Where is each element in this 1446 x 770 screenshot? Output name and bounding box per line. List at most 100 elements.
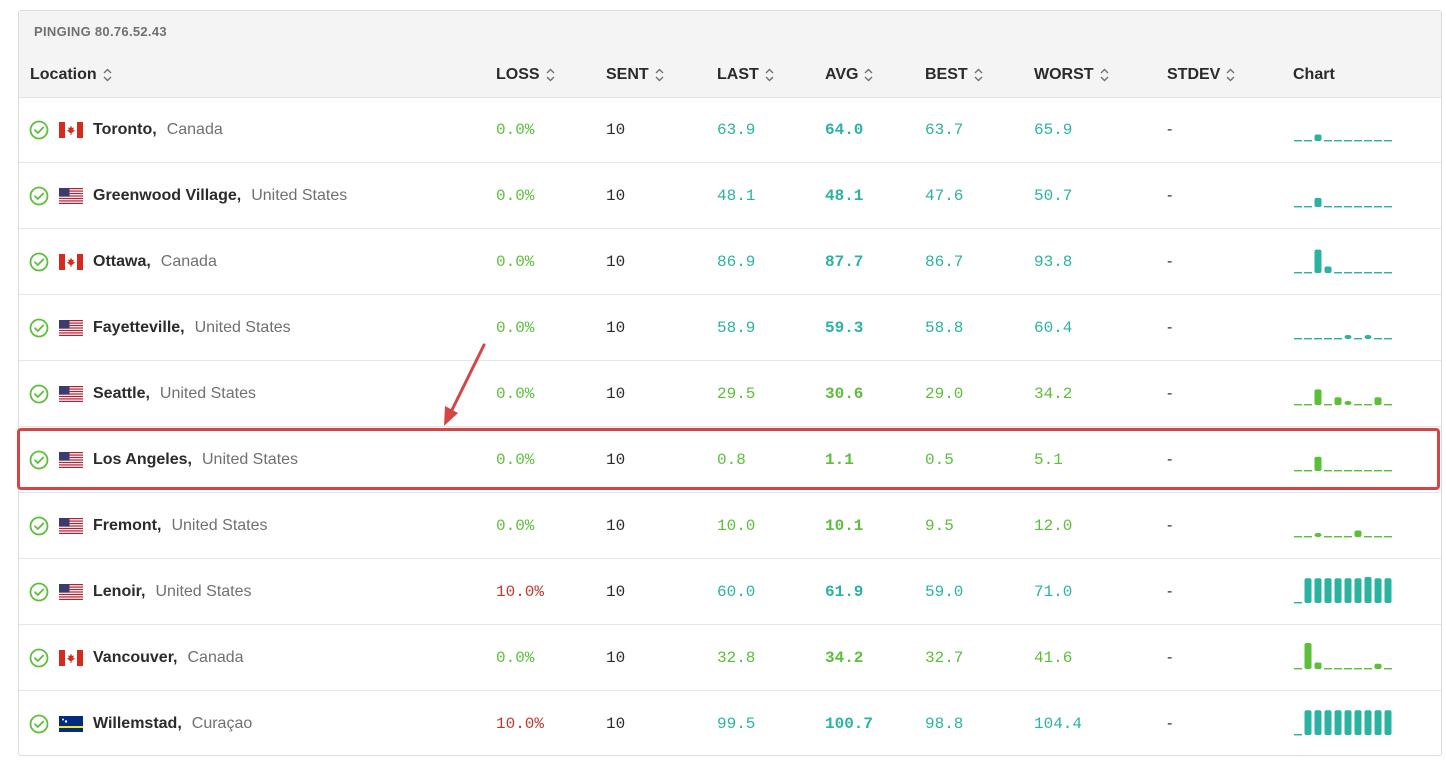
us-flag-icon <box>59 518 83 534</box>
table-row[interactable]: Lenoir, United States 10.0% 10 60.0 61.9 59.0 7… <box>19 559 1441 625</box>
us-flag-icon <box>59 320 83 336</box>
chart-baseline-segment <box>1374 338 1382 340</box>
chart-bar <box>1314 249 1322 273</box>
table-row[interactable]: Fayetteville, United States 0.0% 10 58.9 59.3… <box>19 295 1441 361</box>
chart-bar <box>1374 578 1382 603</box>
table-row[interactable]: Los Angeles, United States 0.0% 10 0.8 1.1 0.5… <box>19 427 1441 493</box>
chart-baseline-segment <box>1334 470 1342 472</box>
location-cell: Los Angeles, United States <box>93 427 298 492</box>
chart-baseline-segment <box>1364 404 1372 406</box>
chart-bar <box>1354 710 1362 735</box>
column-header-best[interactable]: BEST <box>925 66 983 84</box>
loss-value: 0.0% <box>496 450 535 469</box>
ping-chart <box>1294 249 1392 274</box>
table-row[interactable]: Seattle, United States 0.0% 10 29.5 30.6 29.0 3… <box>19 361 1441 427</box>
avg-value: 1.1 <box>825 450 854 469</box>
chart-bar <box>1314 456 1322 471</box>
chart-baseline-segment <box>1324 404 1332 406</box>
chart-bar <box>1364 335 1372 339</box>
avg-value: 10.1 <box>825 516 864 535</box>
loss-value: 0.0% <box>496 318 535 337</box>
column-label: WORST <box>1034 66 1094 83</box>
sent-value: 10 <box>606 186 626 205</box>
table-row[interactable]: Vancouver, Canada 0.0% 10 32.8 34.2 32.7 41.6 - <box>19 625 1441 691</box>
best-value: 63.7 <box>925 120 964 139</box>
chart-baseline-segment <box>1374 536 1382 538</box>
ping-results-panel: PINGING 80.76.52.43 Location LOSS SENT L… <box>18 10 1442 756</box>
chart-baseline-segment <box>1384 140 1392 142</box>
table-row[interactable]: Greenwood Village, United States 0.0% 10 48.… <box>19 163 1441 229</box>
chart-baseline-segment <box>1294 602 1302 604</box>
chart-bar <box>1384 578 1392 603</box>
column-header-worst[interactable]: WORST <box>1034 66 1109 84</box>
us-flag-icon <box>59 452 83 468</box>
avg-value: 59.3 <box>825 318 864 337</box>
chart-baseline-segment <box>1294 668 1302 670</box>
column-label: Chart <box>1293 66 1335 83</box>
chart-bar <box>1334 710 1342 735</box>
best-value: 32.7 <box>925 648 964 667</box>
last-value: 60.0 <box>717 582 756 601</box>
chart-baseline-segment <box>1364 272 1372 274</box>
us-flag-icon <box>59 188 83 204</box>
column-header-loss[interactable]: LOSS <box>496 66 555 84</box>
column-header-sent[interactable]: SENT <box>606 66 664 84</box>
location-cell: Greenwood Village, United States <box>93 163 347 228</box>
check-circle-icon <box>29 384 49 404</box>
column-header-stdev[interactable]: STDEV <box>1167 66 1235 84</box>
chart-baseline-segment <box>1374 140 1382 142</box>
chart-bar <box>1344 710 1352 735</box>
last-value: 48.1 <box>717 186 756 205</box>
chart-baseline-segment <box>1324 338 1332 340</box>
chart-baseline-segment <box>1334 668 1342 670</box>
chart-baseline-segment <box>1294 536 1302 538</box>
column-header-avg[interactable]: AVG <box>825 66 873 84</box>
chart-baseline-segment <box>1344 668 1352 670</box>
column-label: STDEV <box>1167 66 1221 83</box>
avg-value: 61.9 <box>825 582 864 601</box>
chart-bar <box>1374 397 1382 405</box>
chart-baseline-segment <box>1384 536 1392 538</box>
sort-icon <box>864 68 873 82</box>
column-header-last[interactable]: LAST <box>717 66 774 84</box>
last-value: 86.9 <box>717 252 756 271</box>
table-row[interactable]: Willemstad, Curaçao 10.0% 10 99.5 100.7 98.8 10… <box>19 691 1441 755</box>
worst-value: 104.4 <box>1034 714 1083 733</box>
ping-chart <box>1294 577 1392 604</box>
chart-bar <box>1314 134 1322 141</box>
chart-baseline-segment <box>1354 206 1362 208</box>
location-cell: Seattle, United States <box>93 361 256 426</box>
chart-baseline-segment <box>1304 536 1312 538</box>
check-circle-icon <box>29 516 49 536</box>
table-row[interactable]: Fremont, United States 0.0% 10 10.0 10.1 9.5 12… <box>19 493 1441 559</box>
chart-bar <box>1304 578 1312 603</box>
sort-icon <box>1100 68 1109 82</box>
chart-bar <box>1344 578 1352 603</box>
chart-baseline-segment <box>1354 140 1362 142</box>
ping-chart <box>1294 197 1392 208</box>
city-name: Willemstad, <box>93 714 182 732</box>
loss-value: 0.0% <box>496 516 535 535</box>
last-value: 10.0 <box>717 516 756 535</box>
best-value: 86.7 <box>925 252 964 271</box>
stdev-value: - <box>1167 120 1173 138</box>
chart-baseline-segment <box>1304 404 1312 406</box>
city-name: Lenoir, <box>93 582 146 600</box>
country-name: United States <box>194 318 291 336</box>
chart-baseline-segment <box>1364 668 1372 670</box>
country-name: Canada <box>187 648 244 666</box>
table-row[interactable]: Toronto, Canada 0.0% 10 63.9 64.0 63.7 65.9 - <box>19 97 1441 163</box>
city-name: Toronto, <box>93 120 157 138</box>
chart-bar <box>1384 710 1392 735</box>
location-cell: Fremont, United States <box>93 493 268 558</box>
check-circle-icon <box>29 714 49 734</box>
chart-baseline-segment <box>1354 272 1362 274</box>
table-row[interactable]: Ottawa, Canada 0.0% 10 86.9 87.7 86.7 93.8 - <box>19 229 1441 295</box>
column-header-location[interactable]: Location <box>30 66 112 84</box>
worst-value: 12.0 <box>1034 516 1073 535</box>
last-value: 99.5 <box>717 714 756 733</box>
column-label: AVG <box>825 66 859 83</box>
chart-baseline-segment <box>1354 470 1362 472</box>
chart-baseline-segment <box>1314 338 1322 340</box>
last-value: 58.9 <box>717 318 756 337</box>
